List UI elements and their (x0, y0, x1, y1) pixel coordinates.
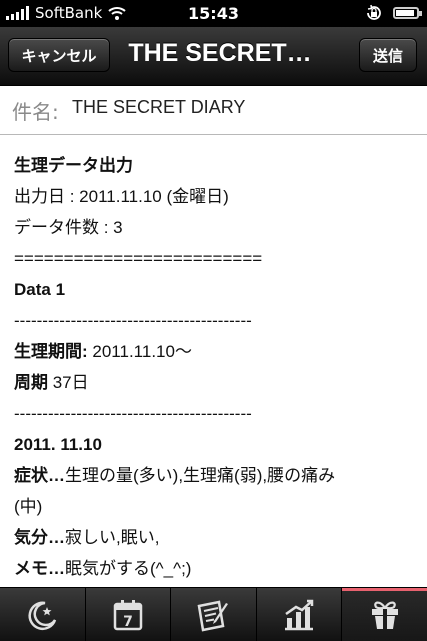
page-title: THE SECRET… (128, 39, 312, 67)
period-label: 生理期間: (14, 342, 88, 361)
navigation-bar: キャンセル THE SECRET… 送信 (0, 27, 427, 86)
body-symptom-cont: (中) (14, 497, 43, 516)
calendar-icon: 7 (113, 599, 143, 630)
tab-chart[interactable] (257, 588, 343, 641)
tab-bar: 7 (0, 587, 427, 641)
body-entry-date: 2011. 11.10 (14, 435, 102, 454)
body-output-date: 出力日 : 2011.11.10 (金曜日) (14, 187, 229, 206)
body-symptom: 症状…生理の量(多い),生理痛(弱),腰の痛み (14, 460, 414, 491)
tab-gift[interactable] (342, 588, 427, 641)
send-button[interactable]: 送信 (359, 38, 417, 72)
tab-moon[interactable] (0, 588, 86, 641)
gift-icon (371, 601, 398, 629)
body-separator-dash: ----------------------------------------… (14, 311, 252, 330)
body-separator-double: ========================= (14, 249, 263, 268)
body-cycle: 周期 37日 (14, 367, 414, 398)
memo-label: メモ… (14, 559, 65, 578)
body-heading: 生理データ出力 (14, 156, 133, 175)
body-period: 生理期間: 2011.11.10〜 (14, 336, 414, 367)
body-memo: メモ…眠気がする(^_^;) (14, 553, 414, 584)
status-time: 15:43 (188, 4, 239, 23)
subject-value[interactable]: THE SECRET DIARY (72, 97, 245, 118)
status-bar: SoftBank 15:43 (0, 0, 427, 27)
tab-calendar[interactable]: 7 (86, 588, 172, 641)
mood-value: 寂しい,眠い, (65, 528, 160, 547)
cancel-button[interactable]: キャンセル (8, 38, 110, 72)
tab-notes[interactable] (171, 588, 257, 641)
status-right (365, 4, 422, 22)
moon-star-icon (28, 601, 57, 630)
period-value: 2011.11.10〜 (87, 342, 192, 361)
subject-field[interactable]: 件名: THE SECRET DIARY (0, 86, 427, 135)
battery-icon (393, 7, 422, 19)
calendar-day: 7 (123, 614, 133, 630)
message-body[interactable]: 生理データ出力 出力日 : 2011.11.10 (金曜日) データ件数 : 3… (14, 150, 414, 584)
cycle-label: 周期 (14, 373, 48, 392)
subject-label: 件名: (12, 100, 59, 124)
symptom-value: 生理の量(多い),生理痛(弱),腰の痛み (65, 466, 336, 485)
memo-value: 眠気がする(^_^;) (65, 559, 192, 578)
body-separator-dash: ----------------------------------------… (14, 404, 252, 423)
notes-pencil-icon (198, 600, 229, 631)
cycle-value: 37日 (48, 373, 89, 392)
body-data-label: Data 1 (14, 280, 66, 299)
symptom-label: 症状… (14, 466, 65, 485)
body-mood: 気分…寂しい,眠い, (14, 522, 414, 553)
mood-label: 気分… (14, 528, 65, 547)
body-data-count: データ件数 : 3 (14, 218, 123, 237)
bar-chart-icon (285, 599, 314, 630)
rotation-lock-icon (367, 4, 381, 20)
